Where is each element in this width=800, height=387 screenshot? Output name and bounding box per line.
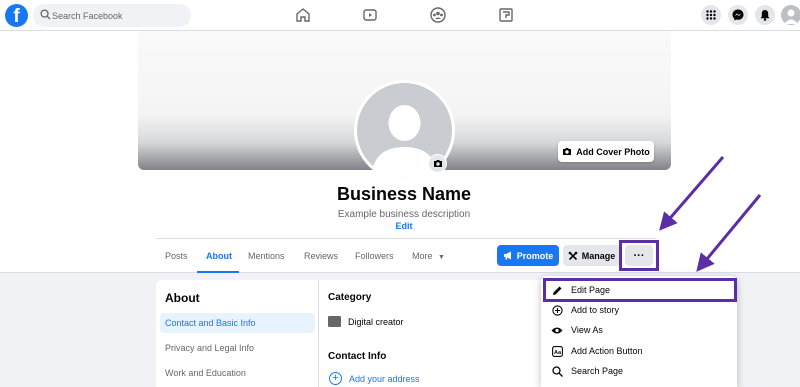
menu-item-label: Add Action Button [571, 346, 643, 356]
active-tab-indicator [197, 271, 239, 273]
menu-item-label: View As [571, 325, 603, 335]
top-navbar: f [0, 0, 800, 31]
add-address-label: Add your address [349, 373, 420, 384]
default-avatar-icon [784, 9, 798, 24]
camera-icon [563, 148, 572, 155]
facebook-logo-icon[interactable]: f [5, 4, 28, 27]
add-cover-photo-label: Add Cover Photo [576, 146, 650, 157]
caret-down-icon: ▼ [438, 254, 445, 261]
promote-label: Promote [516, 250, 554, 261]
tab-mentions[interactable]: Mentions [248, 251, 285, 261]
account-avatar[interactable] [781, 5, 800, 25]
home-icon[interactable] [294, 6, 312, 24]
about-contact-basic-info[interactable]: Contact and Basic Info [160, 313, 315, 333]
tab-divider [156, 238, 656, 239]
gaming-icon[interactable] [497, 6, 515, 24]
search-input[interactable] [52, 4, 186, 27]
add-address-link[interactable]: + Add your address [329, 372, 420, 385]
notifications-button[interactable] [755, 5, 775, 25]
menu-item-label: Search Page [571, 366, 624, 376]
promote-button[interactable]: Promote [497, 245, 559, 266]
grid-icon [706, 10, 716, 20]
update-profile-picture-button[interactable] [428, 154, 447, 173]
tab-more-label: More [412, 251, 433, 261]
about-work-education[interactable]: Work and Education [160, 363, 315, 383]
category-icon [328, 316, 341, 327]
search-box[interactable] [33, 4, 191, 27]
messenger-icon [732, 9, 744, 21]
svg-text:Aa: Aa [553, 349, 561, 355]
category-row: Digital creator [328, 316, 404, 327]
bell-icon [760, 10, 770, 21]
category-title: Category [328, 292, 372, 303]
more-button-highlight-box [619, 240, 659, 271]
tab-posts[interactable]: Posts [165, 251, 188, 261]
plus-circle-icon: + [329, 372, 342, 385]
search-icon [40, 9, 51, 20]
edit-description-link[interactable]: Edit [300, 221, 508, 231]
tab-about[interactable]: About [206, 251, 232, 261]
business-name: Business Name [336, 184, 472, 204]
watch-icon[interactable] [361, 6, 379, 24]
menu-item-view-as[interactable]: View As [546, 320, 734, 340]
menu-item-add-to-story[interactable]: Add to story [546, 300, 734, 320]
eye-icon [551, 324, 563, 336]
menu-grid-button[interactable] [701, 5, 721, 25]
action-button-icon: Aa [551, 345, 563, 357]
menu-item-label: Add to story [571, 305, 620, 315]
category-value: Digital creator [348, 316, 404, 327]
camera-icon [433, 160, 442, 167]
tab-reviews[interactable]: Reviews [304, 251, 338, 261]
menu-item-add-action-button[interactable]: Aa Add Action Button [546, 341, 734, 361]
profile-header: Add Cover Photo Business Name Example bu… [0, 31, 800, 273]
manage-button[interactable]: Manage [563, 245, 620, 266]
menu-item-search-page[interactable]: Search Page [546, 361, 734, 381]
edit-page-highlight-box [543, 278, 737, 302]
about-privacy-legal-info[interactable]: Privacy and Legal Info [160, 338, 315, 358]
tab-more[interactable]: More ▼ [412, 251, 445, 261]
about-title: About [165, 291, 200, 305]
tools-icon [568, 251, 578, 260]
search-icon [551, 365, 563, 377]
tab-followers[interactable]: Followers [355, 251, 394, 261]
manage-label: Manage [581, 250, 616, 261]
add-cover-photo-button[interactable]: Add Cover Photo [558, 141, 654, 162]
groups-icon[interactable] [429, 6, 447, 24]
plus-circle-icon [551, 304, 563, 316]
contact-info-title: Contact Info [328, 351, 387, 362]
megaphone-icon [503, 251, 511, 260]
business-description: Example business description [337, 209, 471, 220]
messenger-button[interactable] [728, 5, 748, 25]
